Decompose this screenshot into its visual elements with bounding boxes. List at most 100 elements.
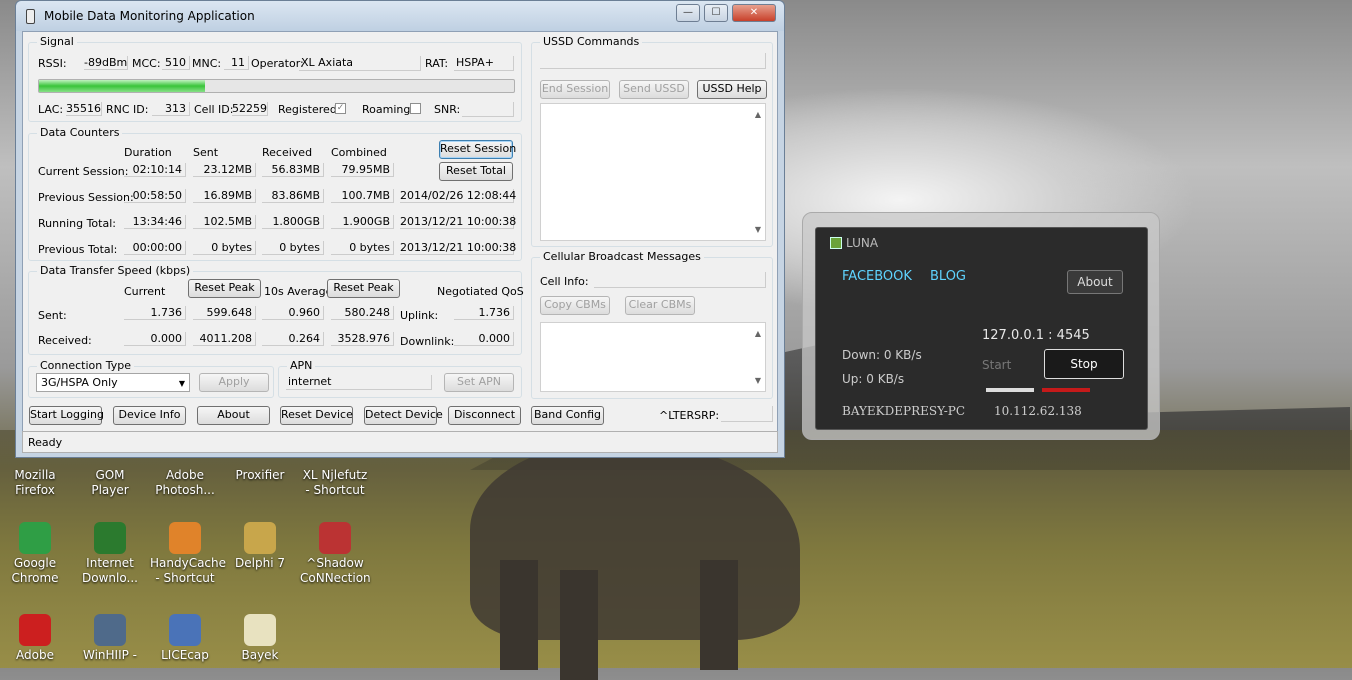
apn-legend: APN [287, 359, 316, 372]
sent-peak: 599.648 [193, 306, 256, 320]
app-shortcut-icon [244, 522, 276, 554]
status-text: Ready [28, 436, 63, 449]
counter-row-label: Running Total: [38, 217, 116, 230]
scroll-down-icon[interactable]: ▼ [755, 225, 761, 234]
counter-sent-cell: 102.5MB [193, 215, 256, 229]
close-button[interactable]: ✕ [732, 4, 776, 22]
desktop-icon[interactable]: Delphi 7 [225, 522, 295, 571]
operator-value: XL Axiata [299, 56, 421, 71]
downlink-label: Downlink: [400, 335, 455, 348]
app-shortcut-icon [169, 522, 201, 554]
desktop-icon-label: ^Shadow CoNNection [300, 556, 371, 585]
at-command-value [721, 406, 773, 422]
sent-avg-peak: 580.248 [331, 306, 394, 320]
snr-value [462, 102, 514, 117]
registered-checkbox[interactable]: ✓ [335, 103, 346, 114]
device-info-button[interactable]: Device Info [113, 406, 186, 425]
connection-type-group: Connection Type 3G/HSPA Only ▼ Apply [28, 359, 274, 398]
desktop-icon[interactable]: Proxifier [225, 468, 295, 483]
clear-cbms-button[interactable]: Clear CBMs [625, 296, 695, 315]
about-button[interactable]: About [197, 406, 270, 425]
luna-about-button[interactable]: About [1067, 270, 1123, 294]
data-counters-group: Data Counters Duration Sent Received Com… [28, 126, 522, 261]
desktop-icon[interactable]: Adobe [0, 614, 70, 663]
send-ussd-button[interactable]: Send USSD [619, 80, 689, 99]
luna-address: 127.0.0.1 : 4545 [982, 328, 1090, 343]
combined-header: Combined [331, 146, 387, 159]
title-bar[interactable]: Mobile Data Monitoring Application — ☐ ✕ [16, 1, 784, 31]
app-shortcut-icon [19, 522, 51, 554]
signal-group: Signal RSSI: -89dBm MCC: 510 MNC: 11 Ope… [28, 35, 522, 122]
reset-device-button[interactable]: Reset Device [280, 406, 353, 425]
luna-stop-button[interactable]: Stop [1044, 349, 1124, 379]
lac-label: LAC: [38, 103, 64, 116]
speed-sent-label: Sent: [38, 309, 67, 322]
ussd-group: USSD Commands End Session Send USSD USSD… [531, 35, 773, 247]
scroll-down-icon[interactable]: ▼ [755, 376, 761, 385]
speed-received-label: Received: [38, 334, 92, 347]
desktop-icon[interactable]: XL Njlefutz - Shortcut [300, 468, 370, 498]
mcc-value: 510 [162, 56, 190, 70]
counter-combined-cell: 100.7MB [331, 189, 394, 203]
desktop-icon[interactable]: Google Chrome [0, 522, 70, 586]
operator-label: Operator: [251, 57, 304, 70]
ussd-help-button[interactable]: USSD Help [697, 80, 767, 99]
ussd-output[interactable]: ▲ ▼ [540, 103, 766, 241]
desktop-icon[interactable]: WinHIIP - [75, 614, 145, 663]
main-window: Mobile Data Monitoring Application — ☐ ✕… [15, 0, 785, 458]
counter-received-cell: 83.86MB [262, 189, 324, 203]
desktop-icon-label: Delphi 7 [235, 556, 285, 570]
sent-avg: 0.960 [262, 306, 324, 320]
detect-device-button[interactable]: Detect Device [364, 406, 443, 425]
desktop-icon[interactable]: HandyCache - Shortcut [150, 522, 226, 586]
desktop-icon[interactable]: GOM Player [75, 468, 145, 498]
luna-facebook-link[interactable]: FACEBOOK [842, 269, 912, 284]
received-header: Received [262, 146, 313, 159]
reset-peak-button[interactable]: Reset Peak [188, 279, 261, 298]
disconnect-button[interactable]: Disconnect [448, 406, 521, 425]
reset-session-button[interactable]: Reset Session [439, 140, 516, 159]
rat-value: HSPA+ [454, 56, 514, 71]
minimize-button[interactable]: — [676, 4, 700, 22]
set-apn-button[interactable]: Set APN [444, 373, 514, 392]
desktop-icon[interactable]: Mozilla Firefox [0, 468, 70, 498]
connection-type-select[interactable]: 3G/HSPA Only ▼ [36, 373, 190, 392]
roaming-checkbox[interactable] [410, 103, 421, 114]
desktop-icon[interactable]: LICEcap [150, 614, 220, 663]
ussd-input[interactable] [540, 53, 766, 69]
luna-start-button[interactable]: Start [982, 358, 1011, 372]
received-current: 0.000 [124, 332, 186, 346]
counter-duration-cell: 02:10:14 [124, 163, 186, 177]
desktop-icon[interactable]: ^Shadow CoNNection [300, 522, 371, 586]
luna-start-indicator [986, 388, 1034, 392]
apn-input[interactable]: internet [286, 375, 432, 390]
band-config-button[interactable]: Band Config [531, 406, 604, 425]
cbm-output[interactable]: ▲ ▼ [540, 322, 766, 392]
uplink-value: 1.736 [454, 306, 514, 320]
counter-row-label: Current Session: [38, 165, 129, 178]
scroll-up-icon[interactable]: ▲ [755, 110, 761, 119]
counter-sent-cell: 23.12MB [193, 163, 256, 177]
phone-icon [26, 9, 35, 24]
qos-header: Negotiated QoS [437, 285, 524, 298]
luna-stop-indicator [1042, 388, 1090, 392]
apply-button[interactable]: Apply [199, 373, 269, 392]
dropdown-arrow-icon: ▼ [178, 379, 185, 388]
start-logging-button[interactable]: Start Logging [29, 406, 104, 425]
maximize-button[interactable]: ☐ [704, 4, 728, 22]
signal-strength-fill [39, 80, 206, 92]
luna-blog-link[interactable]: BLOG [930, 269, 966, 284]
desktop-icon-label: Google Chrome [11, 556, 59, 585]
scroll-up-icon[interactable]: ▲ [755, 329, 761, 338]
desktop-icon[interactable]: Bayek [225, 614, 295, 663]
luna-hostname: BAYEKDEPRESY-PC [842, 404, 966, 418]
uplink-label: Uplink: [400, 309, 439, 322]
reset-avg-peak-button[interactable]: Reset Peak [327, 279, 400, 298]
desktop-icon[interactable]: Internet Downlo... [75, 522, 145, 586]
end-session-button[interactable]: End Session [540, 80, 610, 99]
copy-cbms-button[interactable]: Copy CBMs [540, 296, 610, 315]
app-shortcut-icon [169, 614, 201, 646]
desktop-icon-label: GOM Player [91, 468, 129, 497]
desktop-icon[interactable]: Adobe Photosh... [150, 468, 220, 498]
reset-total-button[interactable]: Reset Total [439, 162, 513, 181]
